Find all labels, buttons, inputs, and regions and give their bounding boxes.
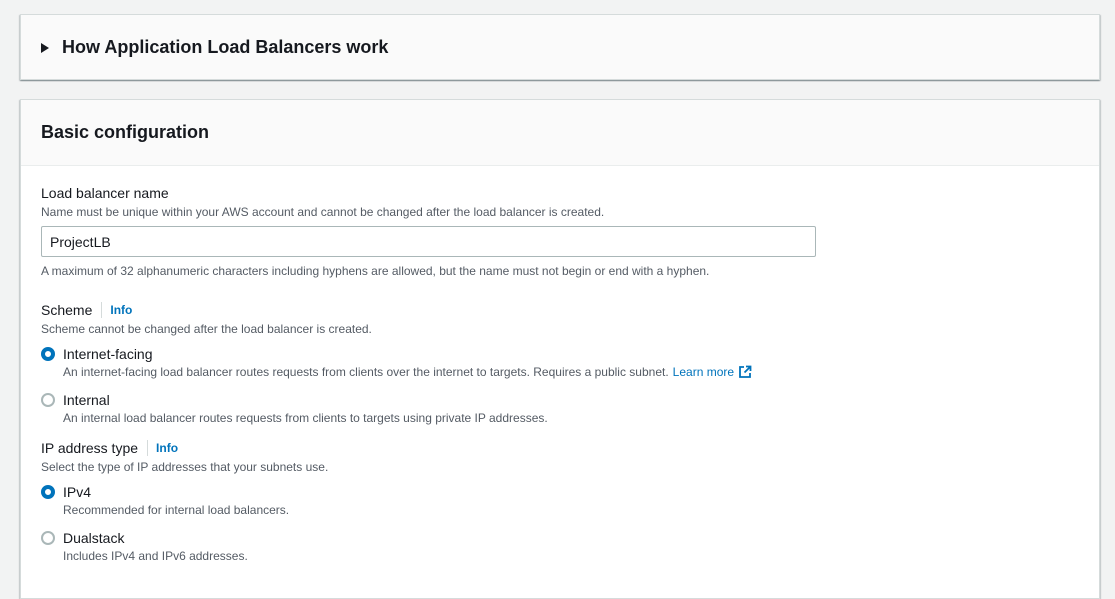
ip-type-option-label: Dualstack bbox=[63, 530, 125, 546]
learn-more-label: Learn more bbox=[672, 365, 735, 379]
how-it-works-title: How Application Load Balancers work bbox=[62, 36, 389, 57]
ip-type-option-description: Recommended for internal load balancers. bbox=[63, 503, 290, 517]
scheme-option-label: Internet-facing bbox=[63, 346, 153, 362]
basic-configuration-title: Basic configuration bbox=[41, 122, 210, 142]
scheme-option-label: Internal bbox=[63, 392, 110, 408]
basic-configuration-body: Load balancer name Name must be unique w… bbox=[21, 166, 1099, 565]
ip-type-field: IP address type Info Select the type of … bbox=[41, 439, 1079, 565]
scheme-option-internet-facing[interactable]: Internet-facing An internet-facing load … bbox=[41, 345, 1079, 381]
ip-type-option-description: Includes IPv4 and IPv6 addresses. bbox=[63, 549, 248, 563]
scheme-radio-group: Internet-facing An internet-facing load … bbox=[41, 345, 1079, 427]
ip-type-option-dualstack[interactable]: Dualstack Includes IPv4 and IPv6 address… bbox=[41, 529, 1079, 565]
scheme-option-description: An internet-facing load balancer routes … bbox=[63, 365, 669, 379]
scheme-option-internal[interactable]: Internal An internal load balancer route… bbox=[41, 391, 1079, 427]
lb-name-field: Load balancer name Name must be unique w… bbox=[41, 184, 1079, 279]
ip-type-label: IP address type bbox=[41, 440, 139, 456]
scheme-field: Scheme Info Scheme cannot be changed aft… bbox=[41, 301, 1079, 427]
external-link-icon bbox=[739, 365, 752, 378]
radio-checked-icon[interactable] bbox=[41, 347, 55, 361]
how-it-works-panel: How Application Load Balancers work bbox=[20, 14, 1100, 80]
ip-type-radio-group: IPv4 Recommended for internal load balan… bbox=[41, 483, 1079, 565]
scheme-label-row: Scheme Info bbox=[41, 301, 1079, 319]
basic-configuration-header: Basic configuration bbox=[21, 100, 1099, 166]
lb-name-label: Load balancer name bbox=[41, 185, 169, 201]
scheme-option-description: An internal load balancer routes request… bbox=[63, 411, 548, 425]
radio-unchecked-icon[interactable] bbox=[41, 393, 55, 407]
divider bbox=[147, 440, 149, 456]
scheme-description: Scheme cannot be changed after the load … bbox=[41, 322, 372, 336]
ip-type-option-ipv4[interactable]: IPv4 Recommended for internal load balan… bbox=[41, 483, 1079, 519]
ip-type-label-row: IP address type Info bbox=[41, 439, 1079, 457]
lb-name-input[interactable] bbox=[41, 226, 816, 257]
ip-type-option-label: IPv4 bbox=[63, 484, 92, 500]
ip-type-info-link[interactable]: Info bbox=[156, 441, 178, 455]
scheme-label: Scheme bbox=[41, 302, 93, 318]
scheme-option-description-row: An internet-facing load balancer routes … bbox=[63, 363, 752, 381]
radio-checked-icon[interactable] bbox=[41, 485, 55, 499]
divider bbox=[101, 302, 103, 318]
basic-configuration-panel: Basic configuration Load balancer name N… bbox=[20, 99, 1100, 599]
lb-name-description: Name must be unique within your AWS acco… bbox=[41, 205, 605, 219]
scheme-info-link[interactable]: Info bbox=[110, 303, 132, 317]
lb-name-constraint: A maximum of 32 alphanumeric characters … bbox=[41, 264, 710, 278]
lb-name-label-row: Load balancer name bbox=[41, 184, 1079, 202]
radio-unchecked-icon[interactable] bbox=[41, 531, 55, 545]
ip-type-description: Select the type of IP addresses that you… bbox=[41, 460, 329, 474]
learn-more-link[interactable]: Learn more bbox=[673, 363, 752, 381]
caret-right-icon bbox=[41, 42, 49, 53]
how-it-works-expander[interactable]: How Application Load Balancers work bbox=[21, 15, 1099, 79]
